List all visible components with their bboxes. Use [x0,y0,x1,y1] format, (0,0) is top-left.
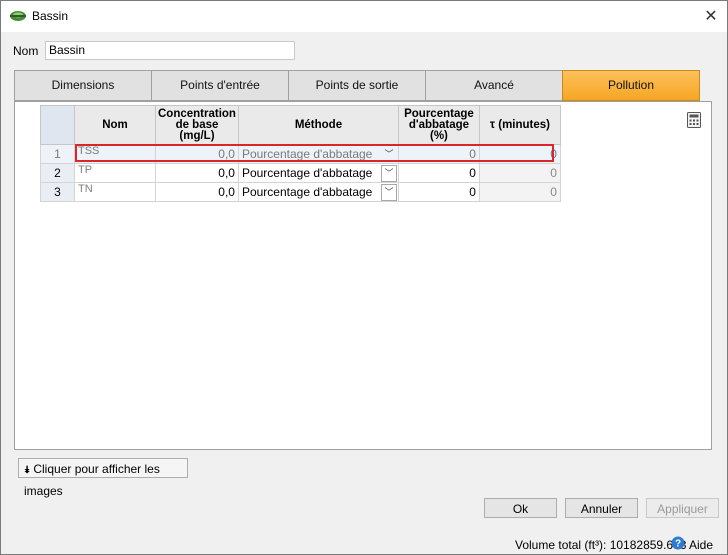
methode-value: Pourcentage d'abbatage [241,166,373,180]
cell-tau: 0 [478,182,561,202]
methode-value: Pourcentage d'abbatage [241,147,373,161]
row-number[interactable]: 2 [40,163,75,183]
cancel-button[interactable]: Annuler [565,498,638,518]
cell-concentration[interactable]: 0,0 [155,144,239,164]
cell-pourcentage[interactable]: 0 [397,163,480,183]
header-pourcentage[interactable]: Pourcentage d'abbatage (%) [397,105,480,145]
dialog-window: Bassin ✕ Nom Bassin Dimensions Points d'… [0,0,728,555]
cell-methode[interactable]: Pourcentage d'abbatage ﹀ [237,144,399,164]
cell-nom: TSS [74,144,156,164]
show-images-label: Cliquer pour afficher les images [24,462,160,498]
chevron-down-icon[interactable]: ﹀ [380,184,397,201]
help-icon[interactable]: ? [671,536,685,550]
cell-pourcentage[interactable]: 0 [397,144,480,164]
tab-dimensions[interactable]: Dimensions [14,70,152,101]
cell-tau: 0 [478,163,561,183]
tab-pollution[interactable]: Pollution [562,70,700,101]
pollution-grid: Nom Concentration de base (mg/L) Méthode… [40,105,561,202]
window-title: Bassin [32,9,69,23]
cell-tau: 0 [478,144,561,164]
help-link[interactable]: Aide [689,538,713,552]
cell-pourcentage[interactable]: 0 [397,182,480,202]
calculator-icon[interactable] [687,112,701,128]
table-row[interactable]: 1 TSS 0,0 Pourcentage d'abbatage ﹀ 0 0 [40,144,561,164]
header-methode[interactable]: Méthode [237,105,399,145]
cell-methode[interactable]: Pourcentage d'abbatage ﹀ [237,182,399,202]
methode-value: Pourcentage d'abbatage [241,185,373,199]
cell-concentration[interactable]: 0,0 [155,163,239,183]
header-nom[interactable]: Nom [74,105,156,145]
tab-points-entree[interactable]: Points d'entrée [151,70,289,101]
pollution-panel: Nom Concentration de base (mg/L) Méthode… [14,101,712,450]
apply-button[interactable]: Appliquer [646,498,719,518]
show-images-button[interactable]: ⯯ Cliquer pour afficher les images [18,458,188,498]
name-label: Nom [13,44,39,58]
chevron-down-icon[interactable]: ﹀ [381,146,397,163]
svg-text:?: ? [675,539,681,550]
tab-avance[interactable]: Avancé [425,70,563,101]
row-number[interactable]: 3 [40,182,75,202]
ok-button[interactable]: Ok [484,498,557,518]
double-chevron-down-icon: ⯯ [24,465,30,476]
name-input[interactable]: Bassin [45,41,295,60]
table-row[interactable]: 3 TN 0,0 Pourcentage d'abbatage ﹀ 0 0 [40,182,561,202]
close-button[interactable]: ✕ [695,1,727,32]
row-number[interactable]: 1 [40,144,75,164]
chevron-down-icon[interactable]: ﹀ [380,165,397,182]
title-bar: Bassin ✕ [1,1,727,32]
cell-nom: TN [74,182,156,202]
header-concentration[interactable]: Concentration de base (mg/L) [155,105,239,145]
cell-methode[interactable]: Pourcentage d'abbatage ﹀ [237,163,399,183]
basin-icon [10,11,26,21]
tab-strip: Dimensions Points d'entrée Points de sor… [14,70,700,101]
tab-points-sortie[interactable]: Points de sortie [288,70,426,101]
cell-nom: TP [74,163,156,183]
header-tau[interactable]: τ (minutes) [478,105,561,145]
grid-corner [40,105,75,145]
table-row[interactable]: 2 TP 0,0 Pourcentage d'abbatage ﹀ 0 0 [40,163,561,183]
cell-concentration[interactable]: 0,0 [155,182,239,202]
total-volume-text: Volume total (ft³): 10182859.633 [515,538,687,552]
